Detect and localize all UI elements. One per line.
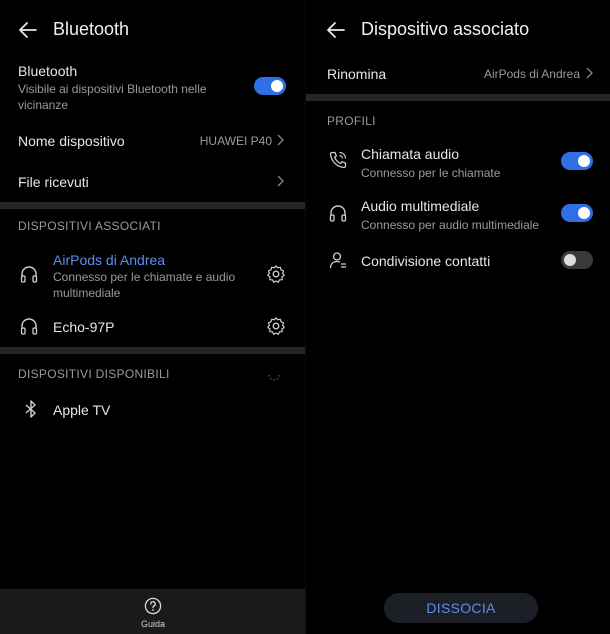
paired-device-name: AirPods di Andrea: [53, 252, 166, 268]
chevron-right-icon: [277, 134, 284, 146]
paired-device-status: Connesso per le chiamate e audio multime…: [53, 270, 236, 300]
chevron-right-icon: [586, 67, 593, 79]
section-divider: [306, 94, 610, 101]
bluetooth-icon: [25, 400, 36, 418]
paired-device-header: Dispositivo associato: [306, 12, 610, 48]
page-title: Dispositivo associato: [361, 19, 530, 39]
media-audio-toggle[interactable]: [561, 204, 593, 222]
headphones-icon: [20, 318, 38, 335]
paired-devices-header: DISPOSITIVI ASSOCIATI: [18, 219, 161, 233]
section-divider: [0, 202, 306, 209]
gear-icon[interactable]: [266, 264, 286, 284]
headphones-icon: [329, 205, 347, 222]
toggle-knob: [564, 254, 576, 266]
contact-sharing-toggle[interactable]: [561, 251, 593, 269]
bottom-bar: Guida: [0, 589, 306, 634]
headphones-icon: [20, 266, 38, 283]
toggle-knob: [271, 80, 283, 92]
available-devices-header: DISPOSITIVI DISPONIBILI: [18, 367, 170, 381]
bluetooth-header: Bluetooth: [0, 12, 306, 48]
toggle-knob: [578, 207, 590, 219]
phone-icon: [329, 151, 347, 169]
toggle-knob: [578, 155, 590, 167]
paired-device-panel: Dispositivo associato Rinomina AirPods d…: [306, 0, 610, 634]
page-title: Bluetooth: [53, 19, 130, 39]
device-name-label: Nome dispositivo: [18, 133, 125, 149]
section-divider: [0, 347, 306, 354]
bluetooth-toggle[interactable]: [254, 77, 286, 95]
call-audio-toggle[interactable]: [561, 152, 593, 170]
unpair-button[interactable]: DISSOCIA: [384, 593, 538, 623]
gear-icon[interactable]: [266, 316, 286, 336]
profile-label: Chiamata audio: [361, 146, 460, 162]
available-device-name: Apple TV: [53, 402, 111, 418]
device-name-value: HUAWEI P40: [199, 134, 272, 148]
profile-status: Connesso per audio multimediale: [361, 218, 540, 232]
profile-label: Audio multimediale: [361, 198, 480, 214]
back-arrow-icon[interactable]: [326, 20, 346, 40]
bluetooth-visibility-text: Visibile ai dispositivi Bluetooth nelle …: [18, 82, 207, 112]
profile-status: Connesso per le chiamate: [361, 166, 501, 180]
bluetooth-settings-panel: Bluetooth Bluetooth Visibile ai disposit…: [0, 0, 306, 634]
received-files-label: File ricevuti: [18, 174, 89, 190]
back-arrow-icon[interactable]: [18, 20, 38, 40]
loading-spinner-icon: [268, 374, 280, 381]
profile-label: Condivisione contatti: [361, 253, 491, 269]
device-name-value: AirPods di Andrea: [483, 67, 580, 81]
bluetooth-label: Bluetooth: [18, 63, 78, 79]
profiles-header: PROFILI: [327, 114, 376, 128]
rename-label: Rinomina: [327, 66, 387, 82]
help-icon: [144, 597, 162, 615]
paired-device-name: Echo-97P: [53, 319, 115, 335]
chevron-right-icon: [277, 175, 284, 187]
help-label: Guida: [140, 619, 166, 629]
contact-icon: [329, 252, 346, 269]
